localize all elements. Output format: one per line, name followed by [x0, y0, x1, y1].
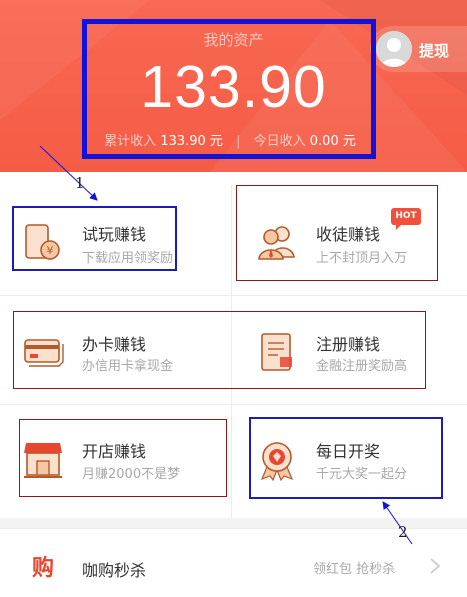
flash-sale-promo: 领红包 抢秒杀	[313, 562, 396, 577]
annotation-box-recruit	[236, 185, 438, 281]
avatar	[376, 31, 412, 67]
annotation-box-trial	[12, 206, 177, 271]
annotation-box-card-register	[13, 311, 426, 389]
annotation-box-daily-draw	[249, 417, 443, 499]
flash-sale-logo-text: 购	[32, 555, 54, 579]
row-divider	[0, 295, 467, 296]
flash-sale-title: 咖购秒杀	[82, 561, 147, 580]
annotation-label-2: 2	[398, 523, 408, 541]
withdraw-label: 提现	[419, 42, 450, 60]
row-divider	[0, 528, 467, 529]
flash-sale-row[interactable]: 购 咖购秒杀 领红包 抢秒杀	[0, 537, 467, 597]
annotation-box-assets	[82, 19, 376, 159]
user-avatar-icon	[376, 31, 412, 67]
annotation-label-1: 1	[75, 174, 85, 192]
row-divider	[0, 404, 467, 405]
annotation-box-shop	[19, 419, 227, 497]
section-gap	[0, 518, 467, 528]
flash-sale-logo: 购	[32, 555, 54, 579]
withdraw-button[interactable]: 提现	[370, 26, 467, 72]
chevron-right-icon	[430, 558, 441, 574]
